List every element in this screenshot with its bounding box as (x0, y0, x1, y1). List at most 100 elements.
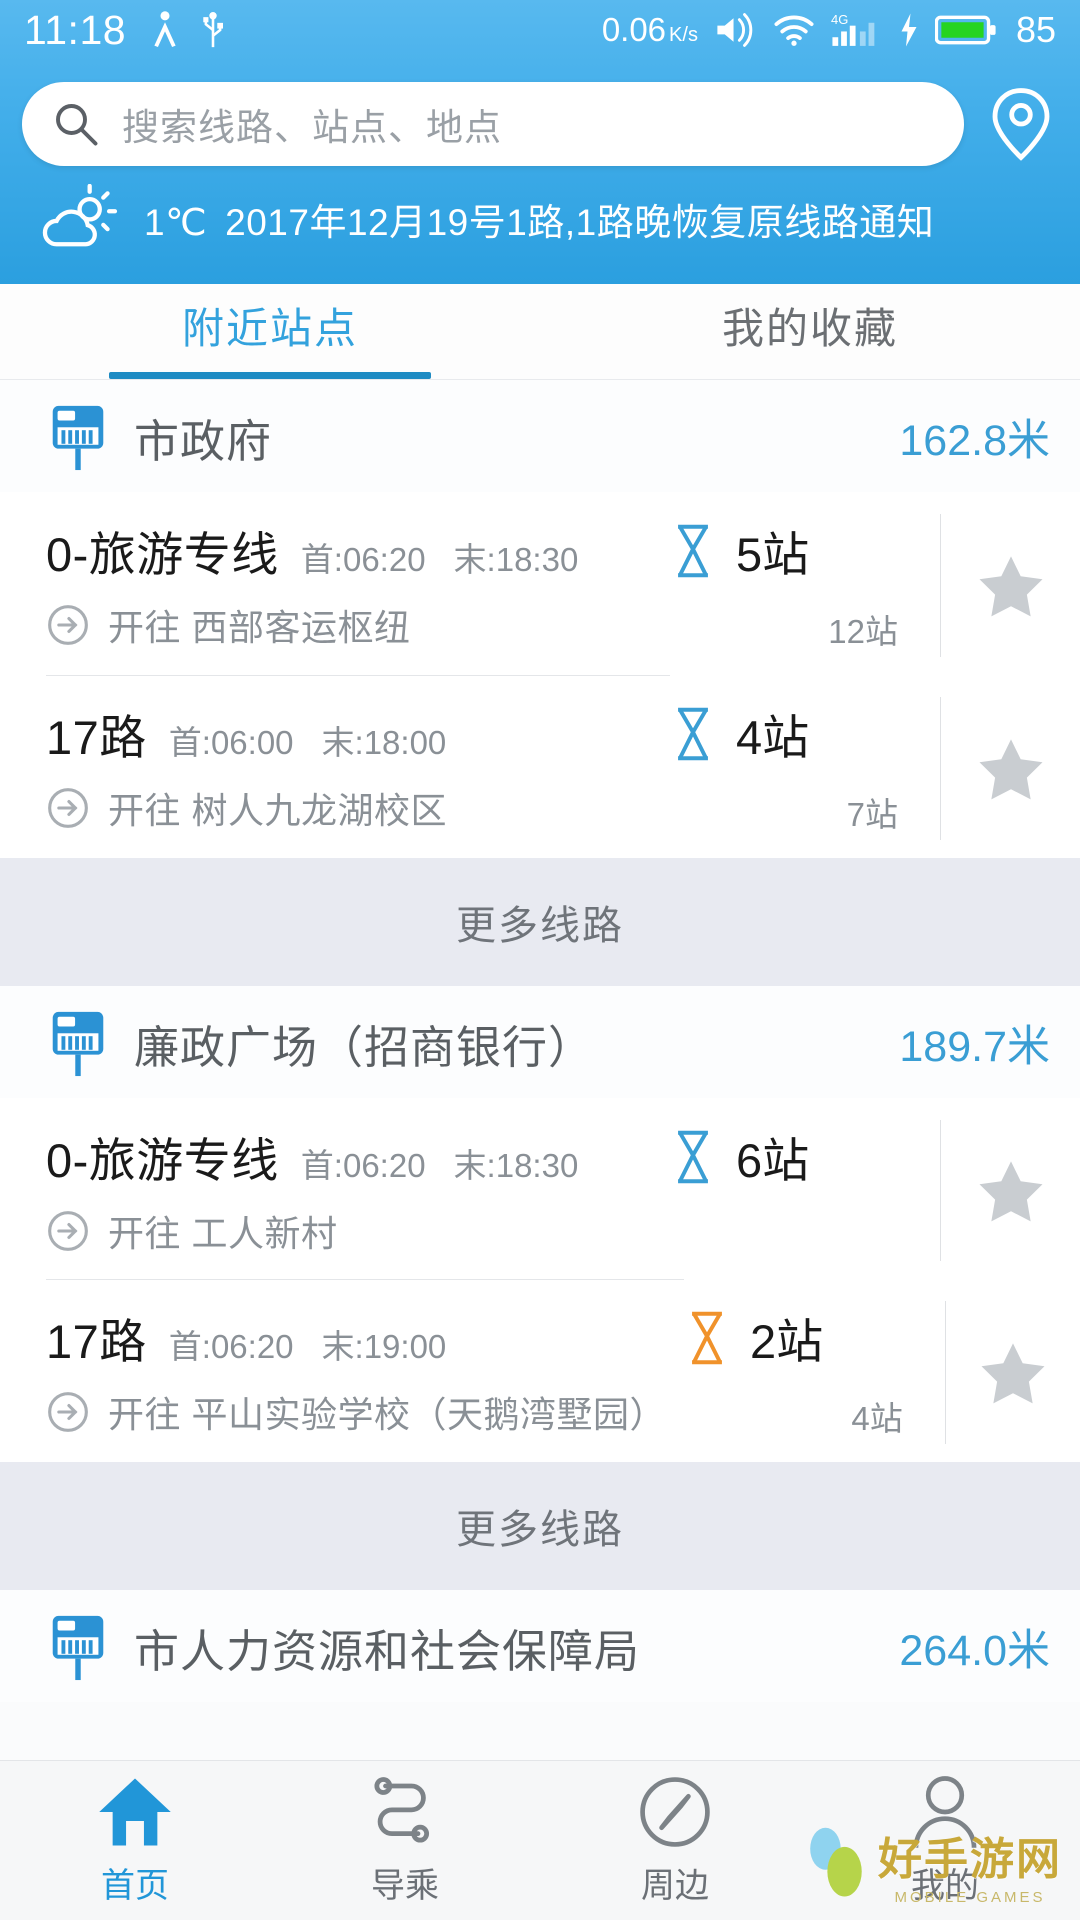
app-screen: 11:18 0.06 K/s 4G 85 搜索线路、站点、地点 1℃ 2017年… (0, 0, 1080, 1920)
more-routes-label: 更多线路 (456, 1508, 624, 1552)
favorite-star-button[interactable] (944, 1301, 1080, 1444)
route-total-stops: 4站 (851, 1400, 903, 1437)
tab-active-indicator (109, 372, 431, 379)
route-total-stops: 7站 (846, 796, 898, 833)
route-stops-away: 5站 (736, 528, 810, 581)
route-total-stops: 12站 (828, 613, 898, 650)
direction-arrow-icon (46, 1390, 90, 1434)
bus-stop-sign-icon (46, 1612, 110, 1682)
tab-nearby-stations-label: 附近站点 (181, 305, 358, 352)
route-last-time: 末:18:00 (321, 724, 447, 761)
bottom-navigation: 首页 导乘 周边 我的 (0, 1760, 1080, 1920)
station-name: 市人力资源和社会保障局 (134, 1625, 641, 1677)
route-arrival: 2站 4站 (684, 1279, 945, 1462)
route-arrival: 6站 (670, 1098, 940, 1279)
hourglass-icon (670, 523, 716, 579)
status-time: 11:18 (24, 6, 127, 53)
location-pin-icon (988, 85, 1054, 163)
search-row: 搜索线路、站点、地点 (0, 60, 1080, 176)
search-placeholder: 搜索线路、站点、地点 (122, 107, 502, 148)
route-direction: 开往 平山实验学校（天鹅湾墅园） (108, 1394, 667, 1435)
nav-item-route-guide[interactable]: 导乘 (270, 1774, 540, 1907)
tab-my-favorites-label: 我的收藏 (721, 305, 898, 352)
route-last-time: 末:19:00 (321, 1328, 447, 1365)
nav-item-nearby[interactable]: 周边 (540, 1774, 810, 1907)
route-direction: 开往 树人九龙湖校区 (108, 790, 448, 831)
route-list: 0-旅游专线 首:06:20 末:18:30 开往 工人新村 6站 17路 首:… (0, 1098, 1080, 1462)
route-list: 0-旅游专线 首:06:20 末:18:30 开往 西部客运枢纽 5站 12站 … (0, 492, 1080, 858)
nav-item-profile[interactable]: 我的 (810, 1774, 1080, 1907)
star-icon (976, 1157, 1046, 1225)
charging-bolt-icon (898, 12, 920, 48)
route-name: 0-旅游专线 (46, 528, 279, 581)
weather-notice-bar[interactable]: 1℃ 2017年12月19号1路,1路晚恢复原线路通知 (0, 176, 1080, 280)
nav-item-home-label: 首页 (101, 1867, 169, 1905)
route-first-time: 首:06:20 (300, 1147, 426, 1184)
route-last-time: 末:18:30 (453, 1147, 579, 1184)
route-first-time: 首:06:00 (168, 724, 294, 761)
station-header[interactable]: 市政府 162.8米 (0, 380, 1080, 492)
usb-icon (200, 10, 226, 50)
hourglass-icon (670, 1129, 716, 1185)
status-bar: 11:18 0.06 K/s 4G 85 (0, 0, 1080, 60)
route-info: 17路 首:06:20 末:19:00 开往 平山实验学校（天鹅湾墅园） (46, 1279, 685, 1462)
route-name: 17路 (46, 1315, 147, 1368)
station-header[interactable]: 廉政广场（招商银行） 189.7米 (0, 986, 1080, 1098)
nav-item-nearby-label: 周边 (641, 1867, 709, 1905)
station-name: 廉政广场（招商银行） (134, 1021, 595, 1073)
route-direction: 开往 工人新村 (108, 1213, 338, 1254)
nav-item-home[interactable]: 首页 (0, 1774, 270, 1907)
service-notice: 2017年12月19号1路,1路晚恢复原线路通知 (225, 202, 935, 243)
tab-nearby-stations[interactable]: 附近站点 (0, 284, 540, 379)
route-stops-away: 4站 (736, 711, 810, 764)
more-routes-label: 更多线路 (456, 904, 624, 948)
route-name: 0-旅游专线 (46, 1134, 279, 1187)
cellular-signal-icon: 4G (831, 11, 883, 49)
wifi-icon (772, 12, 816, 48)
weather-temperature: 1℃ 2017年12月19号1路,1路晚恢复原线路通知 (144, 202, 935, 243)
route-stops-away: 6站 (736, 1134, 810, 1187)
star-icon (976, 552, 1046, 620)
tab-my-favorites[interactable]: 我的收藏 (540, 284, 1080, 379)
station-distance: 162.8米 (899, 417, 1050, 465)
compass-icon (636, 1774, 714, 1850)
favorite-star-button[interactable] (940, 697, 1080, 840)
nav-item-route-guide-label: 导乘 (371, 1867, 439, 1905)
more-routes-button[interactable]: 更多线路 (0, 1462, 1080, 1590)
hourglass-icon (684, 1310, 730, 1366)
search-input[interactable]: 搜索线路、站点、地点 (22, 82, 964, 166)
battery-icon (934, 13, 997, 47)
route-info: 17路 首:06:00 末:18:00 开往 树人九龙湖校区 (46, 675, 670, 858)
route-last-time: 末:18:30 (453, 541, 579, 578)
direction-arrow-icon (46, 1209, 90, 1253)
favorite-star-button[interactable] (940, 514, 1080, 657)
route-row[interactable]: 0-旅游专线 首:06:20 末:18:30 开往 西部客运枢纽 5站 12站 (0, 492, 1080, 675)
direction-arrow-icon (46, 786, 90, 830)
app-header: 11:18 0.06 K/s 4G 85 搜索线路、站点、地点 1℃ 2017年… (0, 0, 1080, 284)
direction-arrow-icon (46, 603, 90, 647)
nav-item-profile-label: 我的 (911, 1867, 979, 1905)
hourglass-icon (670, 706, 716, 762)
route-name: 17路 (46, 711, 147, 764)
network-speed: 0.06 K/s (601, 11, 698, 48)
station-distance: 189.7米 (899, 1023, 1050, 1071)
user-icon (906, 1774, 984, 1850)
route-arrival: 5站 12站 (670, 492, 940, 675)
route-info: 0-旅游专线 首:06:20 末:18:30 开往 工人新村 (46, 1098, 670, 1279)
bus-stop-sign-icon (46, 1008, 110, 1078)
route-row[interactable]: 17路 首:06:20 末:19:00 开往 平山实验学校（天鹅湾墅园） 2站 … (0, 1279, 1080, 1462)
station-header[interactable]: 市人力资源和社会保障局 264.0米 (0, 1590, 1080, 1702)
search-icon (52, 100, 100, 148)
favorite-star-button[interactable] (940, 1120, 1080, 1261)
route-path-icon (366, 1774, 444, 1850)
route-info: 0-旅游专线 首:06:20 末:18:30 开往 西部客运枢纽 (46, 492, 670, 675)
station-distance: 264.0米 (899, 1627, 1050, 1675)
star-icon (978, 1339, 1048, 1407)
route-row[interactable]: 0-旅游专线 首:06:20 末:18:30 开往 工人新村 6站 (0, 1098, 1080, 1279)
route-row[interactable]: 17路 首:06:00 末:18:00 开往 树人九龙湖校区 4站 7站 (0, 675, 1080, 858)
more-routes-button[interactable]: 更多线路 (0, 858, 1080, 986)
home-icon (96, 1774, 174, 1850)
route-first-time: 首:06:20 (300, 541, 426, 578)
map-location-button[interactable] (984, 82, 1058, 166)
route-first-time: 首:06:20 (168, 1328, 294, 1365)
